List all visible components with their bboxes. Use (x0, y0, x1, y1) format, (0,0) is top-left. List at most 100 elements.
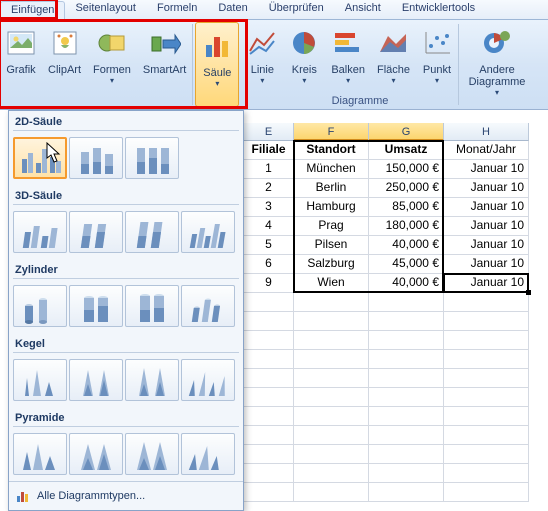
column-headers: E F G H (244, 123, 548, 141)
cell[interactable]: 45,000 € (369, 255, 444, 274)
chart-type-cone-100pct[interactable] (125, 359, 179, 401)
chart-type-pyramid-stacked[interactable] (69, 433, 123, 475)
col-header-G[interactable]: G (369, 123, 444, 141)
chart-type-cylinder-clustered[interactable] (13, 285, 67, 327)
col-header-H[interactable]: H (444, 123, 529, 141)
grid[interactable]: Filiale Standort Umsatz Monat/Jahr 1Münc… (244, 141, 548, 502)
section-zylinder: Zylinder (9, 261, 243, 278)
chevron-down-icon: ▾ (391, 76, 395, 85)
section-3d-saeule: 3D-Säule (9, 187, 243, 204)
chevron-down-icon: ▾ (215, 79, 219, 88)
chart-type-pyramid-3d[interactable] (181, 433, 235, 475)
btn-grafik[interactable]: Grafik (0, 20, 42, 109)
chart-type-3d-column[interactable] (181, 211, 235, 253)
chevron-down-icon: ▾ (346, 76, 350, 85)
chart-type-stacked-column[interactable] (69, 137, 123, 179)
shapes-icon (97, 29, 127, 60)
chart-type-pyramid-clustered[interactable] (13, 433, 67, 475)
cell[interactable]: 150,000 € (369, 160, 444, 179)
btn-clipart[interactable]: ClipArt (42, 20, 87, 109)
table-row: 9Wien40,000 €Januar 10 (244, 274, 548, 293)
cell[interactable]: 9 (244, 274, 294, 293)
cell[interactable]: Salzburg (294, 255, 369, 274)
chart-type-cylinder-3d[interactable] (181, 285, 235, 327)
pie-chart-icon (290, 29, 318, 60)
chart-type-pyramid-100pct[interactable] (125, 433, 179, 475)
chart-type-100pct-stacked-column[interactable] (125, 137, 179, 179)
picture-icon (6, 29, 36, 60)
cell[interactable]: Januar 10 (444, 179, 529, 198)
btn-punkt[interactable]: Punkt ▾ (416, 20, 458, 109)
cell[interactable]: Januar 10 (444, 160, 529, 179)
col-header-F[interactable]: F (294, 123, 369, 141)
bar-chart-icon (333, 30, 363, 59)
cell[interactable]: Januar 10 (444, 274, 529, 293)
tab-ansicht[interactable]: Ansicht (335, 0, 392, 19)
chart-type-cone-3d[interactable] (181, 359, 235, 401)
chart-type-3d-stacked-column[interactable] (69, 211, 123, 253)
chart-type-cylinder-stacked[interactable] (69, 285, 123, 327)
cell[interactable]: 3 (244, 198, 294, 217)
cell[interactable]: 5 (244, 236, 294, 255)
tab-seitenlayout[interactable]: Seitenlayout (65, 0, 147, 19)
group-label-diagramme: Diagramme (300, 95, 420, 107)
scatter-chart-icon (423, 30, 451, 59)
spreadsheet[interactable]: E F G H Filiale Standort Umsatz Monat/Ja… (244, 123, 548, 509)
cell[interactable]: 40,000 € (369, 274, 444, 293)
cell[interactable]: 4 (244, 217, 294, 236)
section-pyramide: Pyramide (9, 409, 243, 426)
mouse-cursor-icon (46, 142, 62, 164)
all-chart-types[interactable]: Alle Diagrammtypen... (9, 481, 243, 510)
tab-daten[interactable]: Daten (208, 0, 258, 19)
col-header-E[interactable]: E (244, 123, 294, 141)
btn-saeule[interactable]: Säule ▾ (195, 22, 239, 107)
cell[interactable]: 180,000 € (369, 217, 444, 236)
chart-type-cone-clustered[interactable] (13, 359, 67, 401)
cell[interactable]: Januar 10 (444, 217, 529, 236)
chart-type-cone-stacked[interactable] (69, 359, 123, 401)
cell[interactable]: Prag (294, 217, 369, 236)
chevron-down-icon: ▾ (495, 88, 499, 97)
tab-entwicklertools[interactable]: Entwicklertools (392, 0, 486, 19)
ribbon-tabs: Einfügen Seitenlayout Formeln Daten Über… (0, 0, 548, 20)
cell[interactable]: 6 (244, 255, 294, 274)
chart-type-3d-100pct-stacked-column[interactable] (125, 211, 179, 253)
table-row: 4Prag180,000 €Januar 10 (244, 217, 548, 236)
cell[interactable]: Standort (294, 141, 369, 160)
cell[interactable]: Wien (294, 274, 369, 293)
cell[interactable]: Januar 10 (444, 198, 529, 217)
column-chart-icon (15, 488, 31, 504)
cell[interactable]: Januar 10 (444, 255, 529, 274)
tab-einfuegen[interactable]: Einfügen (0, 1, 65, 20)
table-row: Filiale Standort Umsatz Monat/Jahr (244, 141, 548, 160)
clipart-icon (51, 29, 79, 60)
btn-linie[interactable]: Linie ▾ (241, 20, 283, 109)
chevron-down-icon: ▾ (260, 76, 264, 85)
column-chart-icon (202, 31, 232, 64)
cell[interactable]: München (294, 160, 369, 179)
cell[interactable]: Umsatz (369, 141, 444, 160)
cell[interactable]: 40,000 € (369, 236, 444, 255)
chart-type-cylinder-100pct[interactable] (125, 285, 179, 327)
cell[interactable]: Berlin (294, 179, 369, 198)
separator (192, 24, 193, 105)
cell[interactable]: Januar 10 (444, 236, 529, 255)
cell[interactable]: Pilsen (294, 236, 369, 255)
area-chart-icon (378, 30, 408, 59)
cell[interactable]: 2 (244, 179, 294, 198)
cell[interactable]: Monat/Jahr (444, 141, 529, 160)
cell[interactable]: 1 (244, 160, 294, 179)
cell[interactable]: Filiale (244, 141, 294, 160)
chart-type-3d-clustered-column[interactable] (13, 211, 67, 253)
btn-smartart[interactable]: SmartArt (137, 20, 192, 109)
cell[interactable]: Hamburg (294, 198, 369, 217)
cell[interactable]: 85,000 € (369, 198, 444, 217)
chevron-down-icon: ▾ (302, 76, 306, 85)
btn-andere-diagramme[interactable]: Andere Diagramme ▾ (459, 20, 535, 109)
tab-ueberpruefen[interactable]: Überprüfen (259, 0, 335, 19)
tab-formeln[interactable]: Formeln (147, 0, 208, 19)
btn-formen[interactable]: Formen ▾ (87, 20, 137, 109)
cell[interactable]: 250,000 € (369, 179, 444, 198)
chevron-down-icon: ▾ (435, 76, 439, 85)
column-chart-dropdown: 2D-Säule 3D-Säule Zylinder (8, 110, 244, 511)
